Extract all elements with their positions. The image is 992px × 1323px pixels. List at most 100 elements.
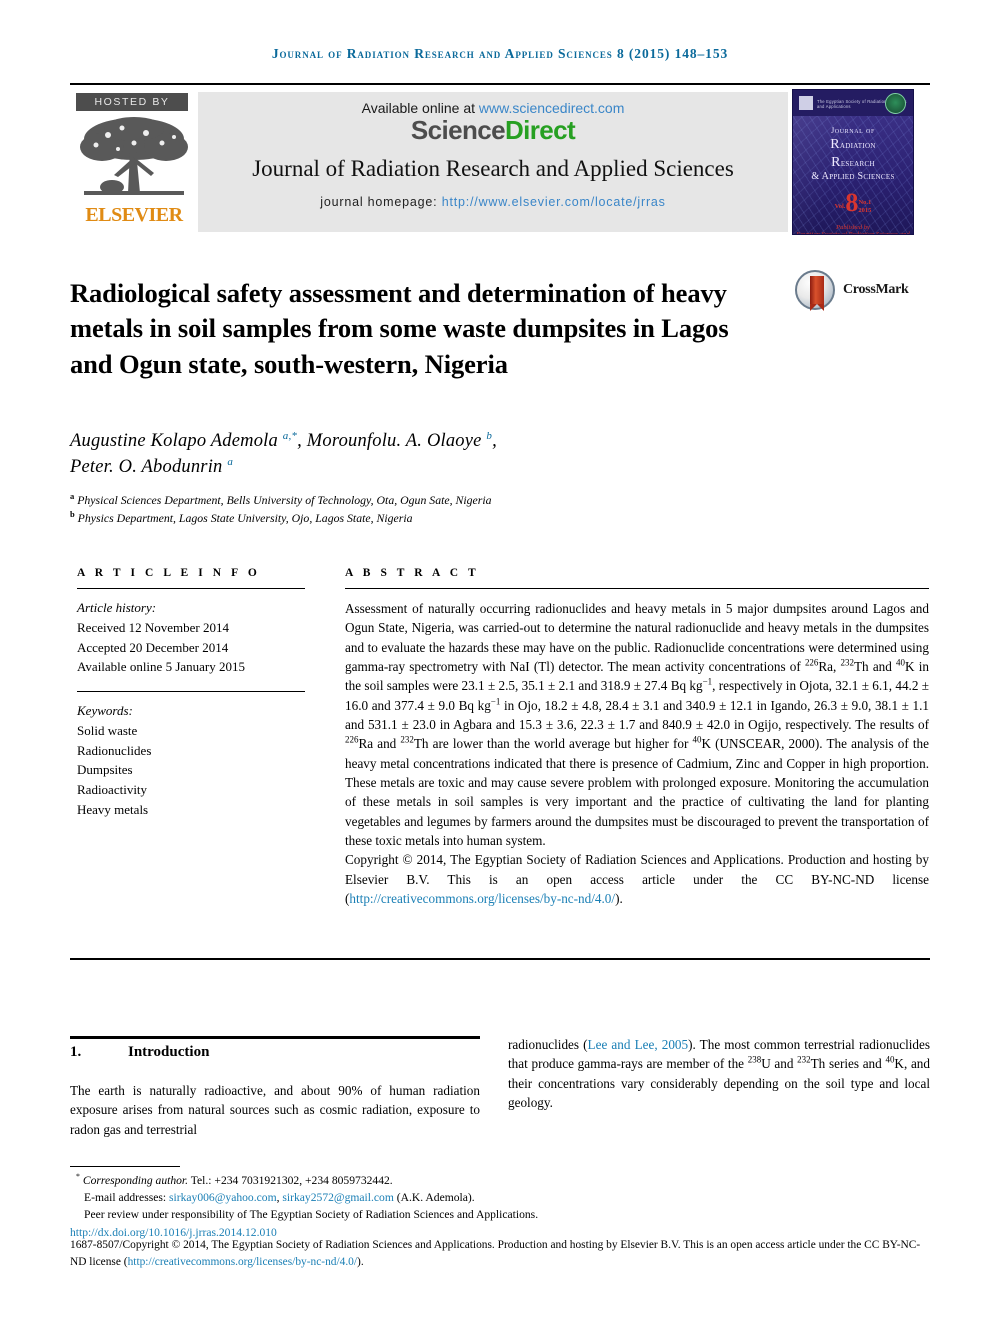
running-head: Journal of Radiation Research and Applie… bbox=[271, 46, 729, 61]
affiliation-b-text: Physics Department, Lagos State Universi… bbox=[74, 510, 413, 525]
section-heading: 1. Introduction bbox=[70, 1044, 480, 1061]
body-column-right: radionuclides (Lee and Lee, 2005). The m… bbox=[508, 1035, 930, 1113]
article-received: Received 12 November 2014 bbox=[77, 619, 229, 635]
email-link-2[interactable]: sirkay2572@gmail.com bbox=[282, 1191, 393, 1204]
available-online-label: Available online at bbox=[361, 100, 479, 116]
author-1-affiliation-marker[interactable]: a,* bbox=[283, 430, 297, 442]
peer-review-note: Peer review under responsibility of The … bbox=[84, 1208, 539, 1222]
crossmark-label: CrossMark bbox=[843, 282, 909, 297]
th-232-superscript: 232 bbox=[840, 657, 854, 668]
journal-masthead: HOSTED BY ELSEVIER Available online at w… bbox=[70, 89, 930, 235]
article-history-label: Article history: bbox=[77, 600, 157, 615]
author-list: Augustine Kolapo Ademola a,*, Morounfolu… bbox=[70, 428, 790, 481]
body-column-left: The earth is naturally radioactive, and … bbox=[70, 1081, 480, 1139]
intro-th: Th series and bbox=[810, 1056, 886, 1072]
cover-title-radiation: adiation bbox=[839, 140, 876, 151]
author-2: , Morounfolu. A. Olaoye bbox=[297, 431, 487, 451]
cover-header-bar: The Egyptian Society of Radiation Scienc… bbox=[793, 90, 913, 117]
abstract-copyright: Copyright © 2014, The Egyptian Society o… bbox=[345, 850, 929, 908]
copyright-license-link[interactable]: http://creativecommons.org/licenses/by-n… bbox=[128, 1256, 357, 1268]
author-3-affiliation-marker[interactable]: a bbox=[227, 456, 233, 468]
footnotes-block: * Corresponding author. Tel.: +234 70319… bbox=[70, 1172, 930, 1242]
header-divider bbox=[70, 83, 930, 85]
abstract-license-paren-close: ). bbox=[615, 890, 623, 906]
u-238-superscript: 238 bbox=[747, 1055, 762, 1066]
footnote-rule bbox=[70, 1166, 180, 1167]
keywords-block: Keywords: Solid waste Radionuclides Dump… bbox=[77, 701, 305, 820]
cover-title-research: esearch bbox=[840, 157, 875, 169]
abstract-ra: Ra, bbox=[818, 658, 841, 674]
kg-unit-superscript-2: −1 bbox=[490, 696, 501, 707]
article-available-online: Available online 5 January 2015 bbox=[77, 659, 245, 675]
author-separator: , bbox=[492, 431, 497, 451]
abstract-text: Assessment of naturally occurring radion… bbox=[345, 599, 929, 908]
cover-title-r: R bbox=[830, 137, 840, 152]
ra-226-superscript-2: 226 bbox=[345, 734, 359, 745]
email-link-1[interactable]: sirkay006@yahoo.com bbox=[169, 1191, 277, 1204]
cover-volume-label: Vol. bbox=[834, 203, 846, 211]
cover-seal-icon bbox=[885, 93, 906, 114]
abstract-th-2: Th are lower than the world average but … bbox=[413, 736, 693, 752]
available-online-line: Available online at www.sciencedirect.co… bbox=[198, 92, 788, 116]
article-page: Journal of Radiation Research and Applie… bbox=[0, 0, 992, 1323]
abstract-th: Th and bbox=[853, 658, 897, 674]
keyword-item: Heavy metals bbox=[77, 801, 149, 817]
page-title: Radiological safety assessment and deter… bbox=[70, 277, 729, 379]
journal-title: Journal of Radiation Research and Applie… bbox=[252, 156, 734, 181]
citation-link[interactable]: Lee and Lee, 2005 bbox=[588, 1037, 689, 1052]
section-number: 1. bbox=[70, 1044, 82, 1060]
sciencedirect-panel: Available online at www.sciencedirect.co… bbox=[198, 92, 788, 232]
kg-unit-superscript: −1 bbox=[702, 676, 713, 687]
elsevier-wordmark: ELSEVIER bbox=[85, 204, 183, 226]
corresponding-author-tel: Tel.: +234 7031921302, +234 8059732442. bbox=[188, 1174, 393, 1187]
affiliation-b: b Physics Department, Lagos State Univer… bbox=[70, 510, 790, 528]
cover-published-by: Published by bbox=[836, 223, 870, 231]
crossmark-ribbon-icon bbox=[810, 276, 824, 311]
elsevier-logo-block: HOSTED BY ELSEVIER bbox=[76, 93, 192, 233]
homepage-url[interactable]: http://www.elsevier.com/locate/jrras bbox=[442, 195, 666, 209]
sciencedirect-logo[interactable]: ScienceDirect bbox=[198, 115, 788, 146]
email-owner: (A.K. Ademola). bbox=[393, 1191, 475, 1205]
article-info-column: A R T I C L E I N F O Article history: R… bbox=[77, 567, 305, 820]
cover-issue-year: 2015 bbox=[858, 206, 872, 214]
keyword-item: Solid waste bbox=[77, 722, 138, 738]
cover-title: Radiation Research & Applied Sciences bbox=[793, 136, 913, 184]
abstract-part-4: K (UNSCEAR, 2000). The analysis of the h… bbox=[345, 736, 929, 848]
affiliations: a Physical Sciences Department, Bells Un… bbox=[70, 492, 790, 527]
cover-society-block: Published by Egyptian Society of Radiati… bbox=[793, 223, 913, 235]
cover-journal-of: Journal of bbox=[831, 126, 875, 135]
corresponding-author-note: * Corresponding author. Tel.: +234 70319… bbox=[70, 1172, 930, 1189]
keyword-item: Dumpsites bbox=[77, 762, 133, 778]
affiliation-a-text: Physical Sciences Department, Bells Univ… bbox=[74, 493, 492, 507]
intro-paragraph-right: radionuclides (Lee and Lee, 2005). The m… bbox=[508, 1035, 930, 1113]
cover-issue-label: No.1 bbox=[858, 199, 872, 207]
hosted-by-label: HOSTED BY bbox=[76, 93, 188, 111]
sciencedirect-science-word: Science bbox=[410, 115, 506, 145]
copyright-line: 1687-8507/Copyright © 2014, The Egyptian… bbox=[70, 1237, 930, 1270]
th-232-superscript-2: 232 bbox=[400, 734, 414, 745]
sciencedirect-url[interactable]: www.sciencedirect.com bbox=[479, 100, 625, 116]
abstract-license-link[interactable]: http://creativecommons.org/licenses/by-n… bbox=[349, 891, 615, 906]
author-3: Peter. O. Abodunrin bbox=[70, 457, 228, 478]
cover-society-name: Egyptian Society of Radiation Sciences a… bbox=[796, 231, 910, 235]
article-info-heading: A R T I C L E I N F O bbox=[77, 567, 261, 579]
author-1: Augustine Kolapo Ademola bbox=[70, 431, 283, 451]
section-title: Introduction bbox=[128, 1044, 210, 1060]
corresponding-author-label: Corresponding author. bbox=[82, 1174, 189, 1187]
article-accepted: Accepted 20 December 2014 bbox=[77, 639, 229, 655]
abstract-paragraph: Assessment of naturally occurring radion… bbox=[345, 599, 929, 850]
homepage-label: journal homepage: bbox=[320, 195, 442, 210]
affiliation-a: a Physical Sciences Department, Bells Un… bbox=[70, 492, 790, 510]
cover-volume-block: Vol.8No.1 2015 bbox=[793, 187, 913, 217]
section-top-rule bbox=[70, 1036, 480, 1039]
crossmark-icon bbox=[795, 270, 835, 311]
journal-cover-image: The Egyptian Society of Radiation Scienc… bbox=[792, 89, 914, 235]
ra-226-superscript: 226 bbox=[804, 657, 819, 668]
th-232-superscript-body: 232 bbox=[797, 1055, 811, 1066]
cover-volume-number: 8 bbox=[845, 187, 859, 217]
intro-paragraph-left: The earth is naturally radioactive, and … bbox=[70, 1083, 480, 1137]
email-note: E-mail addresses: sirkay006@yahoo.com, s… bbox=[70, 1189, 930, 1206]
crossmark-badge[interactable]: CrossMark bbox=[795, 270, 925, 314]
keywords-label: Keywords: bbox=[77, 703, 133, 718]
copyright-paren-close: ). bbox=[357, 1255, 364, 1268]
